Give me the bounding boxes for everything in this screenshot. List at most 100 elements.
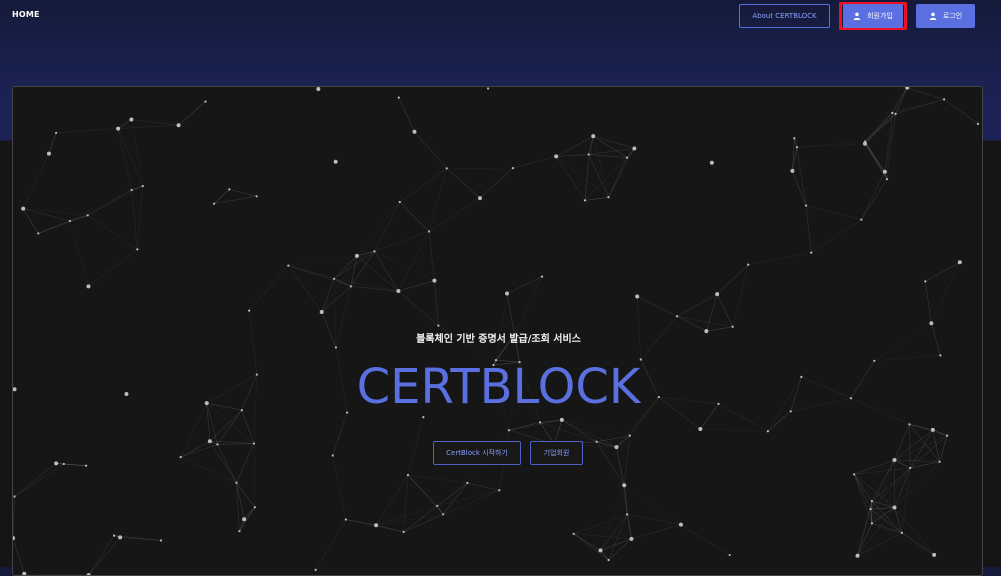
signup-button[interactable]: 회원가입: [843, 4, 903, 28]
network-node: [407, 474, 409, 476]
corporate-member-label: 기업회원: [544, 448, 570, 458]
network-node: [69, 220, 71, 222]
network-node: [871, 500, 873, 502]
network-node: [607, 559, 609, 561]
network-node: [350, 285, 352, 287]
network-node: [560, 418, 564, 422]
network-node: [629, 435, 631, 437]
network-node: [715, 292, 719, 296]
person-icon: [853, 12, 861, 20]
network-node: [767, 430, 769, 432]
network-node: [335, 346, 337, 348]
network-node: [596, 441, 598, 443]
network-node: [710, 161, 714, 165]
network-node: [316, 87, 320, 91]
network-node: [626, 157, 628, 159]
network-node: [883, 170, 887, 174]
about-certblock-button[interactable]: About CERTBLOCK: [739, 4, 830, 28]
network-node: [228, 188, 230, 190]
login-button[interactable]: 로그인: [916, 4, 975, 28]
network-node: [853, 473, 855, 475]
network-node: [180, 456, 182, 458]
network-node: [345, 518, 347, 520]
network-node: [403, 531, 405, 533]
home-link[interactable]: HOME: [12, 10, 40, 19]
network-node: [679, 523, 683, 527]
network-node: [871, 522, 873, 524]
network-node: [810, 252, 812, 254]
network-node: [22, 572, 26, 576]
network-node: [958, 260, 962, 264]
network-node: [901, 532, 903, 534]
corporate-member-button[interactable]: 기업회원: [530, 441, 583, 465]
network-node: [863, 142, 867, 146]
network-node: [478, 196, 482, 200]
network-node: [790, 169, 794, 173]
network-node: [47, 152, 51, 156]
network-node: [554, 154, 558, 158]
network-node: [442, 513, 444, 515]
network-node: [437, 325, 439, 327]
network-node: [254, 506, 256, 508]
network-node: [584, 199, 586, 201]
network-node: [373, 250, 375, 252]
network-node: [607, 196, 609, 198]
network-node: [129, 118, 133, 122]
network-node: [939, 461, 941, 463]
network-node: [160, 539, 162, 541]
network-node: [315, 569, 317, 571]
person-icon: [929, 12, 937, 20]
network-node: [428, 230, 430, 232]
network-node: [256, 195, 258, 197]
network-node: [374, 523, 378, 527]
network-node: [13, 495, 15, 497]
network-node: [63, 463, 65, 465]
network-node: [632, 146, 636, 150]
network-node: [334, 160, 338, 164]
network-node: [21, 207, 25, 211]
top-navbar: HOME About CERTBLOCK 회원가입 로그인: [0, 0, 1001, 40]
network-node: [177, 123, 181, 127]
network-node: [287, 264, 289, 266]
start-certblock-label: CertBlock 시작하기: [446, 448, 508, 458]
signup-label: 회원가입: [867, 11, 893, 21]
network-node: [213, 203, 215, 205]
network-node: [729, 554, 731, 556]
network-node: [253, 442, 255, 444]
network-node: [614, 445, 618, 449]
network-node: [436, 505, 438, 507]
network-node: [398, 96, 400, 98]
network-node: [892, 458, 896, 462]
network-node: [13, 536, 15, 540]
login-label: 로그인: [943, 11, 962, 21]
network-node: [320, 310, 324, 314]
network-node: [446, 167, 448, 169]
network-node: [698, 427, 702, 431]
network-node: [629, 537, 633, 541]
network-node: [891, 112, 893, 114]
network-node: [466, 482, 468, 484]
network-node: [113, 535, 115, 537]
network-node: [909, 467, 911, 469]
network-node: [432, 279, 436, 283]
network-node: [635, 295, 639, 299]
start-certblock-button[interactable]: CertBlock 시작하기: [433, 441, 521, 465]
network-node: [886, 178, 888, 180]
network-node: [732, 326, 734, 328]
network-node: [242, 517, 246, 521]
network-node: [142, 185, 144, 187]
network-node: [87, 214, 89, 216]
network-node: [869, 508, 871, 510]
network-node: [131, 189, 133, 191]
network-node: [541, 276, 543, 278]
network-node: [333, 278, 335, 280]
network-node: [626, 513, 628, 515]
network-node: [508, 429, 510, 431]
network-node: [539, 421, 541, 423]
network-node: [796, 146, 798, 148]
network-node: [248, 310, 250, 312]
network-node: [216, 443, 218, 445]
network-node: [591, 134, 595, 138]
network-node: [422, 416, 424, 418]
network-node: [505, 292, 509, 296]
